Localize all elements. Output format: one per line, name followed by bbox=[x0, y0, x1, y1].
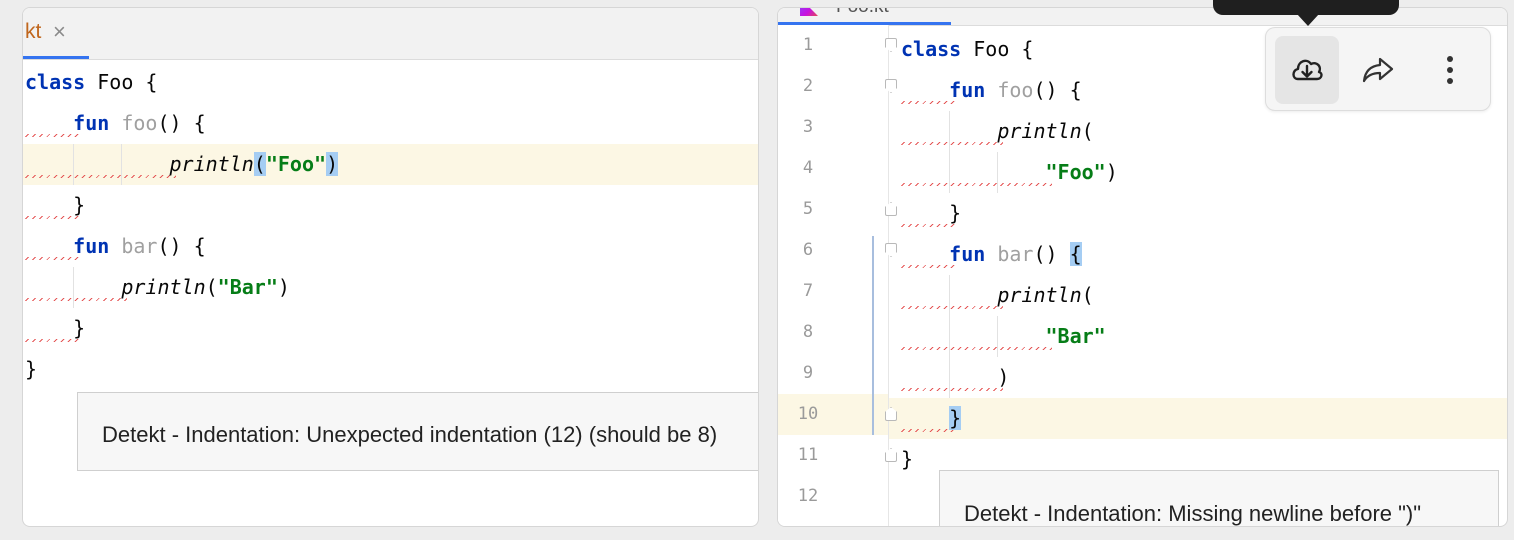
code-line[interactable]: class Foo { bbox=[901, 29, 1033, 70]
code-line[interactable]: println( bbox=[901, 275, 1094, 316]
code-line[interactable]: fun foo() { bbox=[901, 70, 1082, 111]
code-line[interactable]: } bbox=[25, 349, 37, 390]
code-token: println bbox=[121, 275, 206, 299]
code-token: println bbox=[169, 152, 254, 176]
code-token: } bbox=[949, 406, 962, 430]
code-line[interactable]: fun bar() { bbox=[901, 234, 1082, 275]
code-token: fun bbox=[949, 242, 986, 266]
code-line[interactable]: fun foo() { bbox=[25, 103, 206, 144]
code-token: } bbox=[73, 316, 86, 340]
indentation bbox=[25, 234, 73, 258]
indentation bbox=[901, 406, 949, 430]
code-token: Foo { bbox=[961, 37, 1034, 61]
code-token: class bbox=[25, 70, 86, 94]
code-token: "Bar" bbox=[1045, 324, 1106, 348]
code-line[interactable]: } bbox=[901, 398, 962, 439]
code-token: ( bbox=[1081, 283, 1094, 307]
indentation bbox=[25, 316, 73, 340]
indentation bbox=[25, 152, 170, 176]
code-line[interactable]: println( bbox=[901, 111, 1094, 152]
current-line-highlight bbox=[889, 398, 1507, 439]
share-button[interactable] bbox=[1346, 36, 1410, 104]
code-line[interactable]: println("Foo") bbox=[25, 144, 339, 185]
code-token: bar bbox=[997, 242, 1034, 266]
indentation bbox=[901, 119, 997, 143]
indentation bbox=[901, 365, 997, 389]
inspection-tooltip: Detekt - Indentation: Unexpected indenta… bbox=[77, 392, 758, 471]
code-token: println bbox=[997, 119, 1082, 143]
indentation bbox=[901, 283, 997, 307]
code-line[interactable]: "Foo") bbox=[901, 152, 1118, 193]
indentation bbox=[25, 111, 73, 135]
code-token: } bbox=[949, 201, 962, 225]
code-line[interactable]: class Foo { bbox=[25, 62, 157, 103]
code-token: } bbox=[25, 357, 38, 381]
download-button[interactable] bbox=[1275, 36, 1339, 104]
inspection-tooltip: Detekt - Indentation: Missing newline be… bbox=[939, 470, 1499, 526]
code-token: ) bbox=[326, 152, 339, 176]
code-token: () { bbox=[1033, 78, 1082, 102]
code-token: "Foo" bbox=[1045, 160, 1106, 184]
code-token: ) bbox=[1105, 160, 1118, 184]
toolbar-tooltip-arrow bbox=[1297, 14, 1319, 26]
code-line[interactable]: println("Bar") bbox=[25, 267, 290, 308]
toolbar-tooltip bbox=[1213, 0, 1399, 15]
left-editor-panel: kt × class Foo { fun foo() { println("Fo… bbox=[22, 7, 759, 527]
code-token: fun bbox=[73, 234, 110, 258]
code-line[interactable]: ) bbox=[901, 357, 1009, 398]
code-token: fun bbox=[949, 78, 986, 102]
indentation bbox=[901, 242, 949, 266]
code-token: fun bbox=[73, 111, 110, 135]
code-token: } bbox=[901, 447, 914, 471]
code-token: "Bar" bbox=[217, 275, 278, 299]
code-token: () { bbox=[157, 234, 206, 258]
code-token: () bbox=[1033, 242, 1070, 266]
indentation bbox=[25, 193, 73, 217]
indentation bbox=[25, 275, 121, 299]
indentation bbox=[901, 324, 1046, 348]
indentation bbox=[901, 160, 1046, 184]
code-token: ) bbox=[277, 275, 290, 299]
indentation bbox=[901, 201, 949, 225]
cloud-download-icon bbox=[1292, 59, 1323, 81]
code-token: ( bbox=[253, 152, 266, 176]
code-line[interactable]: "Bar" bbox=[901, 316, 1106, 357]
code-line[interactable]: } bbox=[901, 193, 961, 234]
more-options-button[interactable] bbox=[1418, 36, 1482, 104]
code-token: { bbox=[1069, 242, 1082, 266]
code-line[interactable]: fun bar() { bbox=[25, 226, 206, 267]
code-token: println bbox=[997, 283, 1082, 307]
code-token: foo bbox=[997, 78, 1034, 102]
indentation bbox=[901, 78, 949, 102]
image-action-toolbar bbox=[1265, 27, 1491, 111]
code-token: bar bbox=[121, 234, 158, 258]
code-token: ) bbox=[997, 365, 1010, 389]
code-token: ( bbox=[205, 275, 218, 299]
code-line[interactable]: } bbox=[25, 185, 85, 226]
share-arrow-icon bbox=[1362, 57, 1394, 83]
code-token: ( bbox=[1081, 119, 1094, 143]
code-line[interactable]: } bbox=[25, 308, 85, 349]
scope-indicator bbox=[872, 236, 874, 435]
vertical-dots-icon bbox=[1447, 56, 1453, 84]
code-token: Foo { bbox=[85, 70, 158, 94]
code-token: foo bbox=[121, 111, 158, 135]
code-token: "Foo" bbox=[265, 152, 327, 176]
code-line[interactable]: } bbox=[901, 439, 913, 480]
code-token: } bbox=[73, 193, 86, 217]
code-token: () { bbox=[157, 111, 206, 135]
code-token: class bbox=[901, 37, 962, 61]
